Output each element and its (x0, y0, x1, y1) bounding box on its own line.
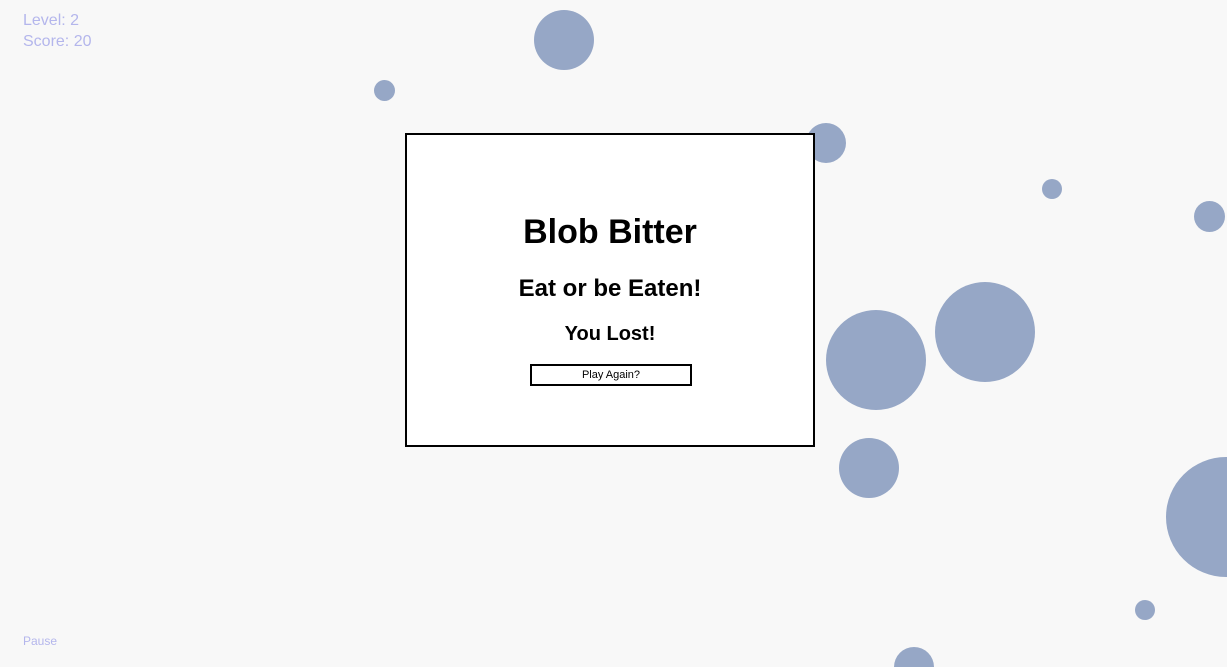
blob (534, 10, 594, 70)
blob (826, 310, 926, 410)
play-again-button[interactable]: Play Again? (530, 364, 692, 386)
blob (839, 438, 899, 498)
blob (1042, 179, 1062, 199)
blob (1135, 600, 1155, 620)
pause-button[interactable]: Pause (23, 634, 57, 648)
blob (374, 80, 395, 101)
game-result: You Lost! (564, 323, 656, 345)
score-readout: Score: 20 (23, 33, 92, 50)
game-over-dialog: Blob Bitter Eat or be Eaten! You Lost! P… (405, 133, 815, 447)
blob (1194, 201, 1225, 232)
game-tagline: Eat or be Eaten! (518, 275, 702, 302)
blob (935, 282, 1035, 382)
game-stage[interactable]: Level: 2 Score: 20 Blob Bitter Eat or be… (0, 0, 1227, 667)
blob (894, 647, 934, 667)
level-readout: Level: 2 (23, 12, 80, 29)
blob (1166, 457, 1227, 577)
game-title: Blob Bitter (523, 213, 697, 251)
